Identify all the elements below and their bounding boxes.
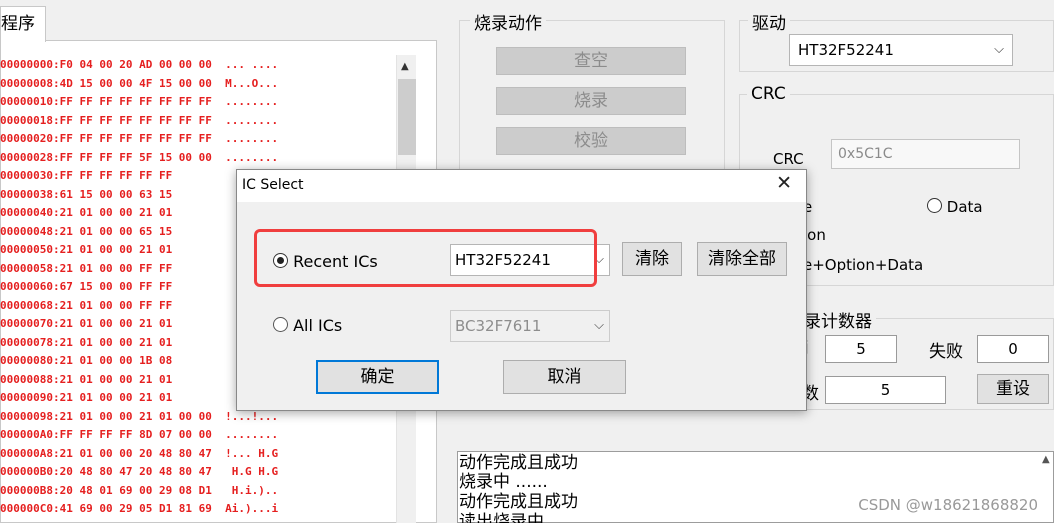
close-icon[interactable]: ✕ (776, 172, 792, 194)
program-button[interactable]: 烧录 (496, 87, 686, 115)
chevron-down-icon: ⌵ (994, 42, 1004, 57)
counter-title: 录计数器 (800, 307, 876, 332)
hex-line: 00000068:21 01 00 00 FF FF (0, 298, 173, 312)
hex-line: 000000A0:FF FF FF FF 8D 07 00 00 .......… (0, 428, 279, 441)
highlight-annotation-box (254, 229, 597, 287)
hex-line: 00000098:21 01 00 00 21 01 00 00 !...!..… (0, 409, 279, 423)
watermark: CSDN @w18621868820 (858, 496, 1038, 514)
hex-line: 00000070:21 01 00 00 21 01 (0, 317, 173, 330)
log-line: 烧录中 ...... (459, 472, 548, 492)
hex-line: 00000040:21 01 00 00 21 01 (0, 206, 173, 219)
crc-label: CRC (773, 150, 804, 168)
driver-select[interactable]: HT32F52241 ⌵ (789, 34, 1013, 66)
crc-radio-data[interactable]: Data (927, 198, 983, 216)
hex-line: 00000090:21 01 00 00 21 01 (0, 391, 173, 404)
verify-button[interactable]: 校验 (496, 127, 686, 155)
all-ics-select[interactable]: BC32F7611 ⌵ (450, 310, 610, 342)
success-count-field: 5 (825, 335, 897, 363)
clear-all-button[interactable]: 清除全部 (697, 242, 787, 276)
log-line: 读出烧录中 (459, 512, 544, 523)
crc-value-field: 0x5C1C (831, 139, 1020, 169)
hex-line: 00000038:61 15 00 00 63 15 (0, 187, 173, 201)
fail-label: 失败 (929, 342, 963, 362)
radio-unchecked-icon[interactable] (273, 317, 288, 332)
hex-line: 00000018:FF FF FF FF FF FF FF FF .......… (0, 113, 279, 127)
hex-line: 00000060:67 15 00 00 FF FF (0, 280, 173, 293)
hex-line: 00000010:FF FF FF FF FF FF FF FF .......… (0, 95, 279, 108)
hex-line: 00000000:F0 04 00 20 AD 00 00 00 ... ...… (0, 58, 279, 71)
clear-button[interactable]: 清除 (622, 242, 682, 276)
burn-actions-title: 烧录动作 (470, 9, 546, 34)
cancel-button[interactable]: 取消 (503, 360, 626, 394)
scroll-thumb[interactable] (398, 79, 416, 155)
dialog-titlebar: IC Select ✕ (237, 170, 806, 202)
hex-line: 00000078:21 01 00 00 21 01 (0, 335, 173, 349)
hex-line: 000000B8:20 48 01 69 00 29 08 D1 H.i.).. (0, 483, 279, 497)
hex-line: 00000080:21 01 00 00 1B 08 (0, 354, 173, 367)
reset-button[interactable]: 重设 (977, 374, 1049, 404)
hex-line: 00000058:21 01 00 00 FF FF (0, 261, 173, 275)
dialog-title: IC Select (242, 177, 304, 193)
crc-group-title: CRC (747, 84, 790, 104)
hex-line: 000000C0:41 69 00 29 05 D1 81 69 Ai.)...… (0, 502, 279, 515)
fail-count-field: 0 (977, 335, 1049, 363)
scroll-up-arrow-icon[interactable]: ▲ (401, 61, 409, 72)
hex-line: 00000088:21 01 00 00 21 01 (0, 372, 173, 386)
ok-button[interactable]: 确定 (316, 360, 439, 394)
hex-line: 00000050:21 01 00 00 21 01 (0, 243, 173, 256)
log-line: 动作完成且成功 (459, 492, 578, 512)
driver-title: 驱动 (748, 9, 790, 34)
log-scroll-up-icon[interactable]: ▲ (1042, 454, 1050, 465)
all-ics-radio[interactable]: All ICs (273, 316, 342, 335)
all-ics-value: BC32F7611 (455, 317, 542, 335)
log-line: 动作完成且成功 (459, 453, 578, 473)
blank-check-button[interactable]: 查空 (496, 47, 686, 75)
crc-option-partial-3: e+Option+Data (803, 256, 924, 274)
ic-select-dialog: IC Select ✕ Recent ICs HT32F52241 ⌵ 清除 清… (236, 169, 807, 411)
hex-line: 000000A8:21 01 00 00 20 48 80 47 !... H.… (0, 446, 279, 460)
all-ics-label: All ICs (293, 316, 343, 335)
hex-line: 00000020:FF FF FF FF FF FF FF FF .......… (0, 132, 279, 145)
total-count-field: 5 (825, 376, 946, 404)
hex-line: 000000B0:20 48 80 47 20 48 80 47 H.G H.G (0, 465, 279, 478)
driver-select-value: HT32F52241 (798, 41, 894, 59)
hex-line: 00000028:FF FF FF FF 5F 15 00 00 .......… (0, 150, 279, 164)
chevron-down-icon: ⌵ (594, 318, 604, 333)
crc-radio-data-label: Data (946, 198, 983, 216)
hex-line: 00000030:FF FF FF FF FF FF (0, 169, 173, 182)
radio-data-icon[interactable] (927, 198, 942, 213)
tab-program[interactable]: 程序 (0, 6, 46, 42)
hex-line: 00000048:21 01 00 00 65 15 (0, 224, 173, 238)
hex-line: 00000008:4D 15 00 00 4F 15 00 00 M...O..… (0, 76, 279, 90)
